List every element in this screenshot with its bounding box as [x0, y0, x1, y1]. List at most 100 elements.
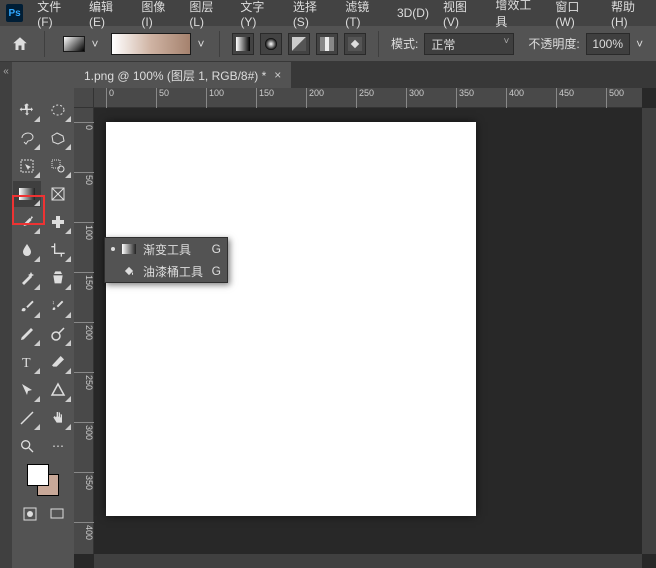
polygon-lasso-tool[interactable] — [44, 125, 72, 151]
scrollbar-horizontal[interactable] — [94, 554, 642, 568]
ruler-tick: 350 — [74, 472, 94, 490]
separator — [219, 31, 220, 57]
ruler-vertical[interactable]: 050100150200250300350400 — [74, 108, 94, 554]
foreground-color[interactable] — [27, 464, 49, 486]
gradient-radial-button[interactable] — [260, 33, 282, 55]
edit-toolbar-button[interactable]: ⋯ — [44, 433, 72, 459]
menu-3d[interactable]: 3D(D) — [391, 2, 435, 24]
blur-tool[interactable] — [13, 237, 41, 263]
canvas-viewport: 050100150200250300350400450500 050100150… — [74, 88, 656, 568]
line-tool[interactable] — [13, 405, 41, 431]
ruler-tick: 500 — [606, 88, 624, 108]
menu-plugins[interactable]: 增效工具 — [489, 0, 547, 34]
collapse-handle[interactable]: « — [0, 62, 12, 568]
menu-file[interactable]: 文件(F) — [31, 0, 81, 33]
quick-select-tool[interactable] — [44, 153, 72, 179]
menu-image[interactable]: 图像(I) — [135, 0, 181, 33]
wand-tool[interactable] — [13, 265, 41, 291]
ruler-corner — [74, 88, 94, 108]
ruler-horizontal[interactable]: 050100150200250300350400450500 — [94, 88, 642, 108]
flyout-shortcut: G — [212, 264, 221, 278]
active-dot-icon — [111, 247, 115, 251]
ruler-tick: 0 — [74, 122, 94, 130]
ruler-tick: 100 — [74, 222, 94, 240]
screenmode-button[interactable] — [48, 505, 66, 523]
lasso-tool[interactable] — [13, 125, 41, 151]
ruler-tick: 400 — [506, 88, 524, 108]
gradient-reflected-button[interactable] — [316, 33, 338, 55]
ruler-tick: 450 — [556, 88, 574, 108]
gradient-diamond-button[interactable] — [344, 33, 366, 55]
hand-tool[interactable] — [44, 405, 72, 431]
gradient-tool[interactable] — [13, 181, 41, 207]
ruler-tick: 200 — [74, 322, 94, 340]
mode-label: 模式: — [391, 35, 418, 52]
home-button[interactable] — [8, 32, 32, 56]
paint-bucket-icon — [121, 263, 137, 279]
zoom-tool[interactable] — [13, 433, 41, 459]
pen-tool[interactable] — [13, 321, 41, 347]
document-tab-title: 1.png @ 100% (图层 1, RGB/8#) * — [84, 67, 266, 84]
history-brush-tool[interactable] — [44, 293, 72, 319]
tool-palette: T ⋯ — [12, 62, 74, 568]
tool-preset-dropdown[interactable]: ˅ — [89, 36, 101, 52]
ruler-tick: 0 — [106, 88, 114, 108]
work-area: « T — [0, 62, 656, 568]
path-select-tool[interactable] — [13, 377, 41, 403]
spot-heal-tool[interactable] — [44, 209, 72, 235]
eyedropper-tool[interactable] — [13, 209, 41, 235]
frame-tool[interactable] — [44, 181, 72, 207]
crop-tool[interactable] — [44, 237, 72, 263]
type-tool[interactable]: T — [13, 349, 41, 375]
opacity-input[interactable]: 100% — [586, 33, 630, 55]
gradient-linear-button[interactable] — [232, 33, 254, 55]
ruler-tick: 350 — [456, 88, 474, 108]
ruler-tick: 300 — [74, 422, 94, 440]
flyout-label: 油漆桶工具 — [143, 263, 203, 280]
close-tab-icon[interactable]: × — [274, 68, 281, 82]
gradient-icon — [121, 241, 137, 257]
menu-view[interactable]: 视图(V) — [437, 0, 487, 33]
scrollbar-vertical[interactable] — [642, 108, 656, 554]
canvas[interactable] — [106, 122, 476, 516]
ruler-tick: 400 — [74, 522, 94, 540]
flyout-shortcut: G — [212, 242, 221, 256]
app-logo: Ps — [6, 4, 23, 22]
opacity-label: 不透明度: — [528, 35, 579, 52]
flyout-item-paintbucket[interactable]: 油漆桶工具 G — [105, 260, 227, 282]
blend-mode-select[interactable]: 正常 — [424, 33, 514, 55]
opacity-dropdown[interactable]: ˅ — [634, 36, 646, 52]
ruler-tick: 50 — [156, 88, 169, 108]
clone-tool[interactable] — [44, 265, 72, 291]
color-swatches[interactable] — [27, 464, 59, 496]
menu-help[interactable]: 帮助(H) — [605, 0, 656, 33]
gradient-angle-button[interactable] — [288, 33, 310, 55]
flyout-item-gradient[interactable]: 渐变工具 G — [105, 238, 227, 260]
document-tab-bar: 1.png @ 100% (图层 1, RGB/8#) * × — [74, 62, 656, 88]
document-area: 1.png @ 100% (图层 1, RGB/8#) * × 0 50 100 15… — [74, 62, 656, 568]
document-tab[interactable]: 1.png @ 100% (图层 1, RGB/8#) * × — [74, 62, 291, 88]
dodge-tool[interactable] — [44, 321, 72, 347]
gradient-picker-dropdown[interactable]: ˅ — [195, 36, 207, 52]
gradient-preview[interactable] — [111, 33, 191, 55]
ruler-tick: 300 — [406, 88, 424, 108]
tool-flyout-menu: 渐变工具 G 油漆桶工具 G — [104, 237, 228, 283]
menu-window[interactable]: 窗口(W) — [549, 0, 603, 33]
ruler-tick: 150 — [256, 88, 274, 108]
object-select-tool[interactable] — [13, 153, 41, 179]
move-tool[interactable] — [13, 97, 41, 123]
tool-preset-swatch[interactable] — [63, 36, 85, 52]
shape-tool[interactable] — [44, 377, 72, 403]
brush-tool[interactable] — [13, 293, 41, 319]
menu-type[interactable]: 文字(Y) — [234, 0, 284, 33]
quickmask-button[interactable] — [21, 505, 39, 523]
menu-edit[interactable]: 编辑(E) — [83, 0, 133, 33]
ruler-tick: 250 — [74, 372, 94, 390]
menu-filter[interactable]: 滤镜(T) — [339, 0, 389, 33]
ruler-tick: 100 — [206, 88, 224, 108]
separator — [44, 31, 45, 57]
ellipse-select-tool[interactable] — [44, 97, 72, 123]
menu-layer[interactable]: 图层(L) — [183, 0, 232, 33]
eraser-tool[interactable] — [44, 349, 72, 375]
menu-select[interactable]: 选择(S) — [287, 0, 337, 33]
